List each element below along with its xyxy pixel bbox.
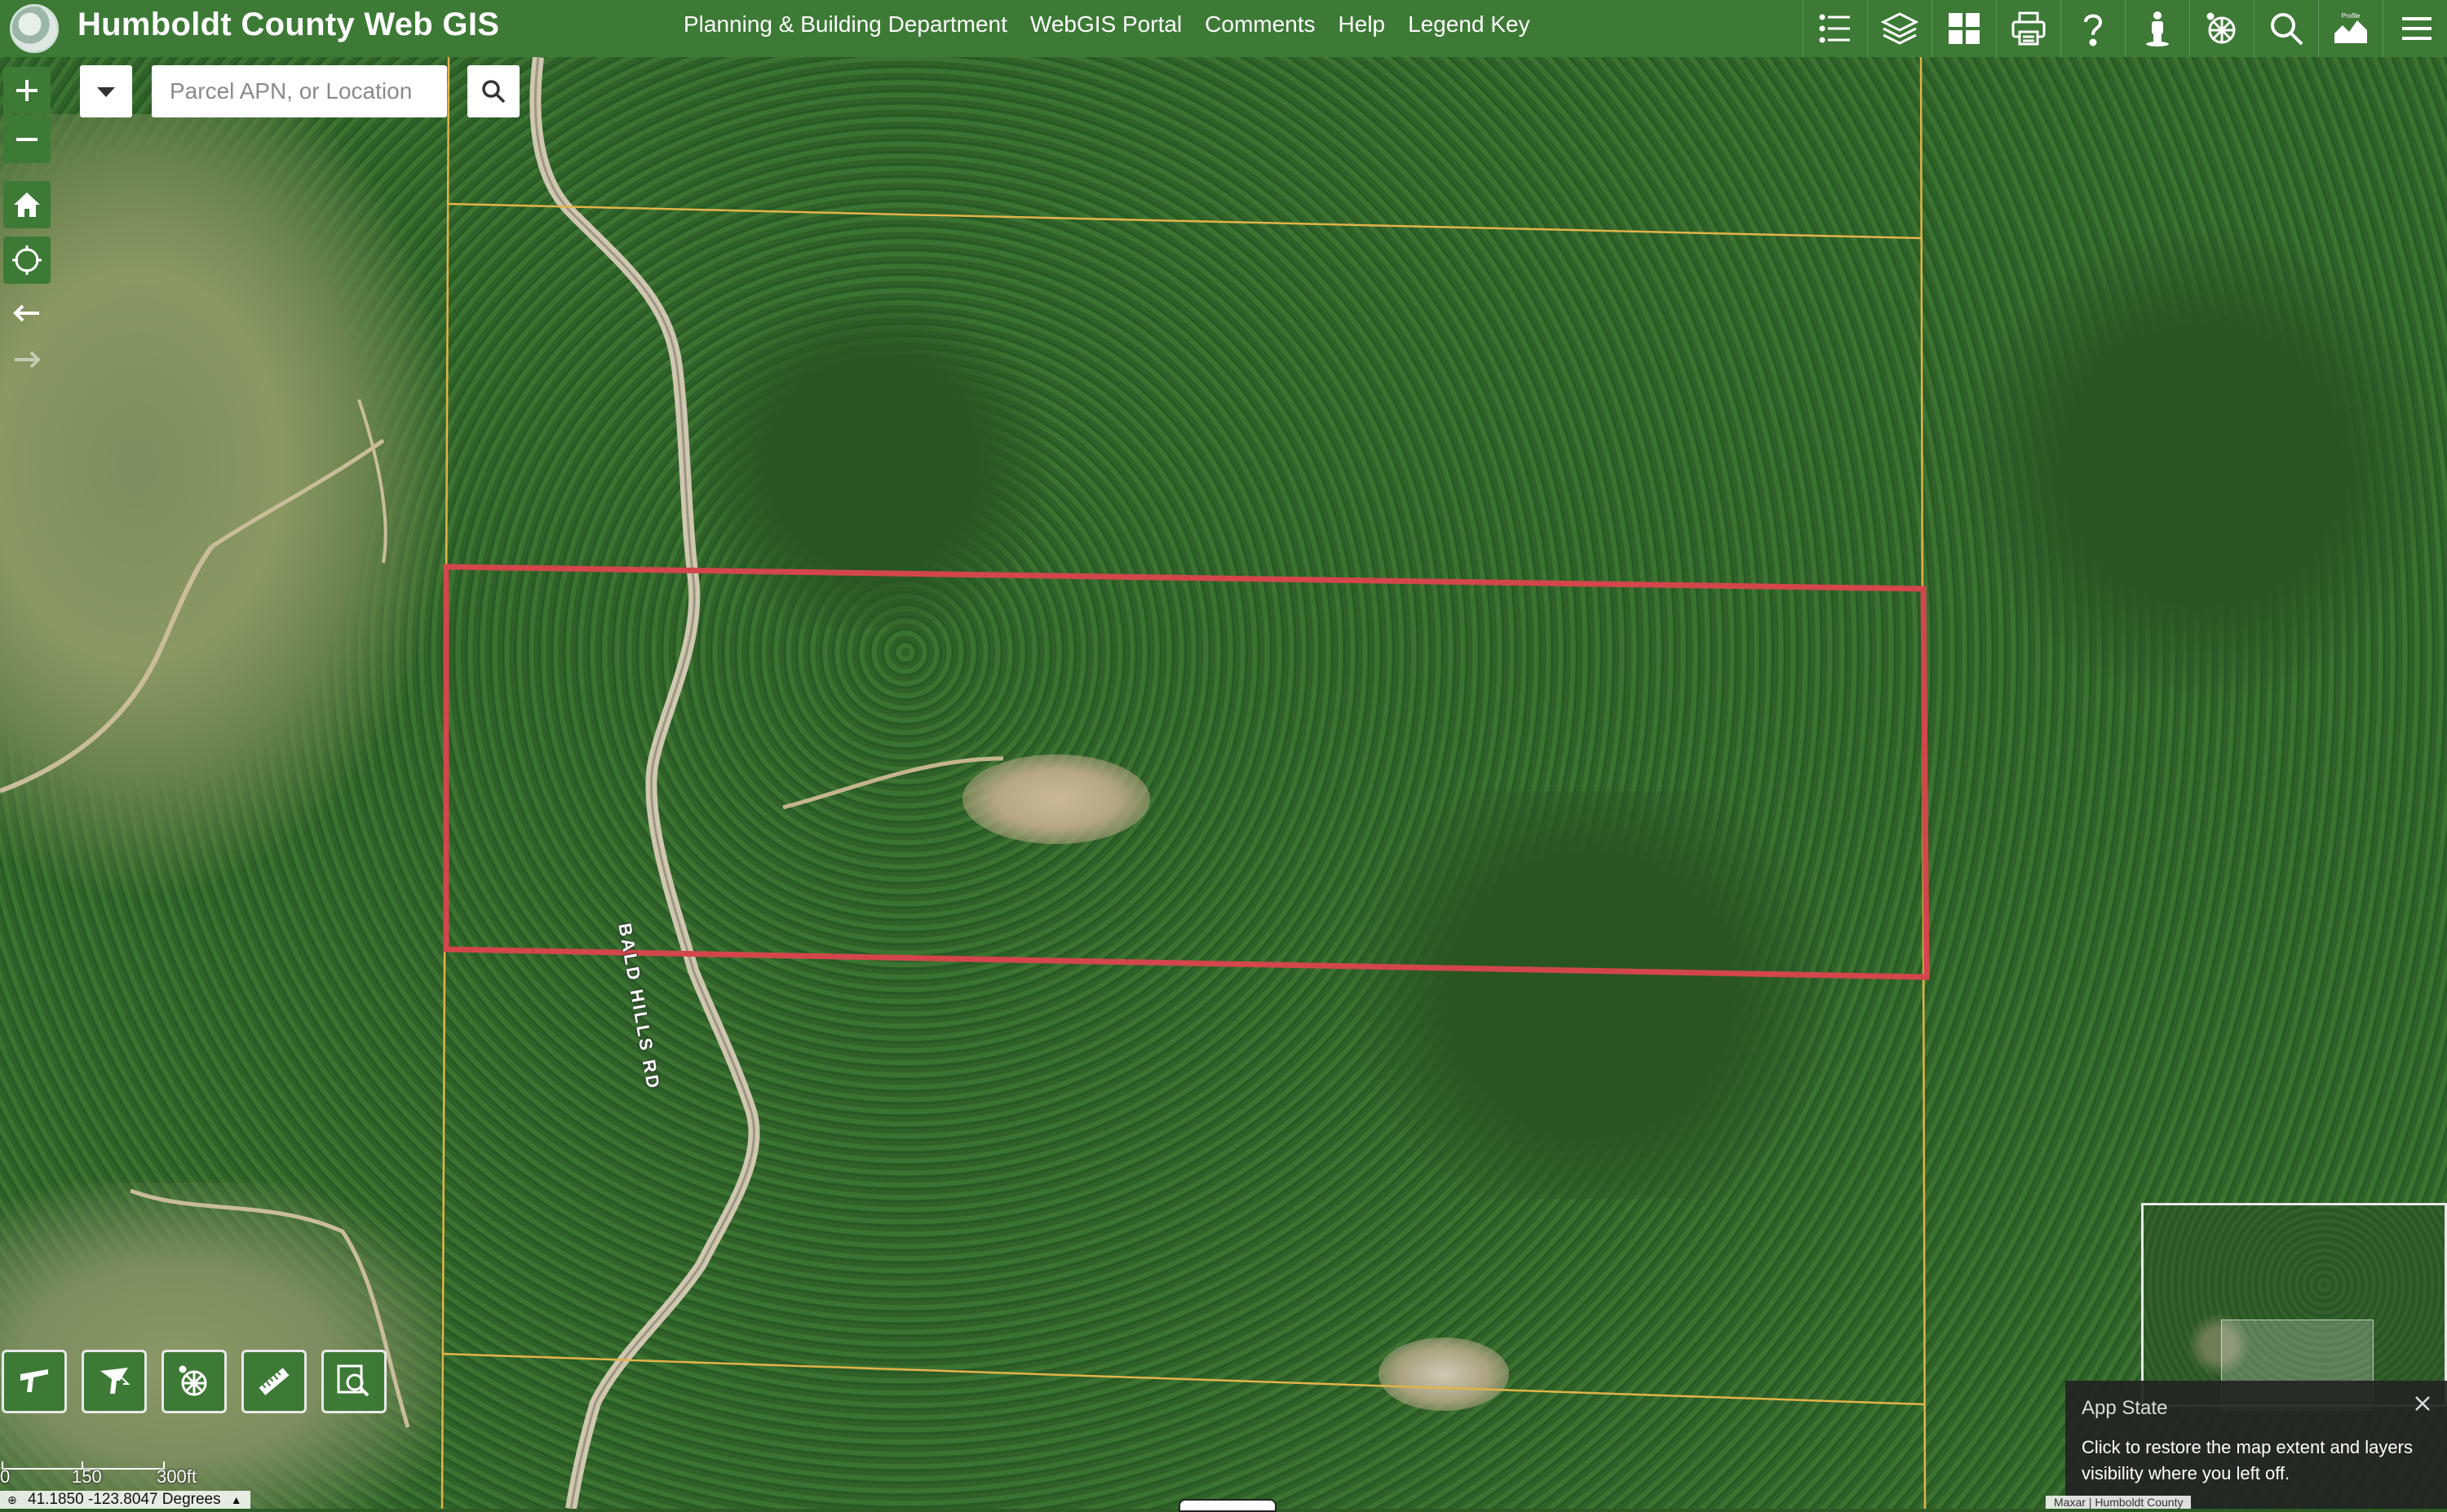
locate-button[interactable]	[3, 237, 51, 284]
selected-parcel-outline[interactable]	[443, 564, 1930, 980]
search-icon	[2271, 13, 2303, 46]
street-view-button[interactable]	[2125, 0, 2189, 57]
minus-icon	[16, 138, 38, 141]
map-overlay	[0, 57, 1930, 1509]
coordinate-text: 41.1850 -123.8047 Degrees	[28, 1491, 221, 1508]
analysis-icon	[2206, 12, 2236, 44]
help-button[interactable]	[2060, 0, 2125, 57]
draw-icon	[20, 1369, 48, 1392]
zoom-to-icon	[337, 1364, 369, 1397]
map-canvas[interactable]: BALD HILLS RD	[0, 57, 2447, 1509]
scale-label: 150	[72, 1466, 102, 1487]
layers-button[interactable]	[1867, 0, 1931, 57]
menu-button[interactable]	[2383, 0, 2447, 57]
scale-label: 300ft	[157, 1466, 197, 1487]
chevron-up-icon[interactable]: ▲	[228, 1491, 246, 1509]
home-button[interactable]	[3, 181, 51, 228]
analysis-button[interactable]	[2189, 0, 2254, 57]
overview-map[interactable]	[2141, 1203, 2447, 1411]
app-title: Humboldt County Web GIS	[77, 7, 500, 42]
widget-toolbar: Profile	[1803, 0, 2447, 57]
nav-link-legend-key[interactable]: Legend Key	[1408, 11, 1529, 38]
dirt-track	[0, 545, 215, 794]
caret-down-icon	[97, 87, 115, 97]
help-icon	[2084, 14, 2103, 46]
parcel-boundaries	[440, 57, 1927, 1509]
analysis-icon	[179, 1365, 207, 1396]
plus-icon	[16, 80, 38, 101]
next-extent-button[interactable]	[3, 336, 51, 383]
print-button[interactable]	[1996, 0, 2060, 57]
app-state-panel[interactable]: App State Click to restore the map exten…	[2065, 1381, 2447, 1509]
layer-list-icon	[1819, 14, 1850, 43]
svg-text:Profile: Profile	[2342, 12, 2361, 20]
draw-tool-button[interactable]	[2, 1350, 67, 1413]
elevation-profile-button[interactable]: Profile	[2318, 0, 2383, 57]
search-input[interactable]	[152, 65, 447, 117]
basemap-gallery-button[interactable]	[1931, 0, 1996, 57]
county-seal-logo	[10, 4, 59, 53]
layers-icon	[1880, 12, 1919, 45]
measure-icon	[259, 1368, 290, 1395]
zoom-in-button[interactable]	[3, 67, 51, 114]
zoom-to-tool-button[interactable]	[321, 1350, 387, 1413]
road-bald-hills	[529, 57, 760, 1509]
attribution-toggle[interactable]	[1179, 1499, 1277, 1512]
app-state-title: App State	[2082, 1397, 2168, 1419]
layer-list-button[interactable]	[1803, 0, 1867, 57]
search-submit-button[interactable]	[467, 65, 520, 117]
elevation-profile-icon: Profile	[2334, 12, 2367, 43]
map-attribution: Maxar | Humboldt County	[2046, 1496, 2192, 1509]
previous-extent-icon	[13, 304, 39, 322]
select-icon	[100, 1368, 131, 1394]
app-header: Humboldt County Web GIS Planning & Build…	[0, 0, 2447, 57]
road-centerline	[533, 57, 755, 1509]
dirt-track	[357, 399, 387, 564]
previous-extent-button[interactable]	[3, 290, 51, 337]
coordinate-readout: ⊕ 41.1850 -123.8047 Degrees ▲	[0, 1491, 250, 1509]
print-icon	[2011, 11, 2046, 46]
locate-icon	[12, 245, 42, 275]
home-icon	[14, 192, 40, 217]
zoom-out-button[interactable]	[3, 116, 51, 163]
search-tool-button[interactable]	[2254, 0, 2318, 57]
header-nav: Planning & Building Department WebGIS Po…	[684, 11, 1530, 38]
scale-label: 0	[0, 1466, 11, 1487]
next-extent-icon	[15, 351, 41, 369]
nav-link-comments[interactable]: Comments	[1205, 11, 1315, 38]
crosshair-icon[interactable]: ⊕	[3, 1491, 21, 1509]
close-icon[interactable]	[2411, 1392, 2434, 1415]
scale-bar: 0 150 300ft	[0, 1458, 220, 1487]
dirt-track	[782, 756, 1004, 810]
app-state-message[interactable]: Click to restore the map extent and laye…	[2082, 1435, 2431, 1487]
nav-link-help[interactable]: Help	[1339, 11, 1386, 38]
street-view-icon	[2146, 11, 2169, 46]
search-source-dropdown[interactable]	[80, 65, 132, 117]
measure-tool-button[interactable]	[241, 1350, 307, 1413]
analysis-tool-button[interactable]	[162, 1350, 227, 1413]
nav-link-webgis-portal[interactable]: WebGIS Portal	[1030, 11, 1182, 38]
nav-link-planning[interactable]: Planning & Building Department	[684, 11, 1007, 38]
search-icon	[482, 80, 506, 104]
select-tool-button[interactable]	[82, 1350, 147, 1413]
basemap-gallery-icon	[1949, 13, 1980, 44]
dirt-track	[210, 438, 385, 549]
menu-icon	[2402, 17, 2432, 40]
